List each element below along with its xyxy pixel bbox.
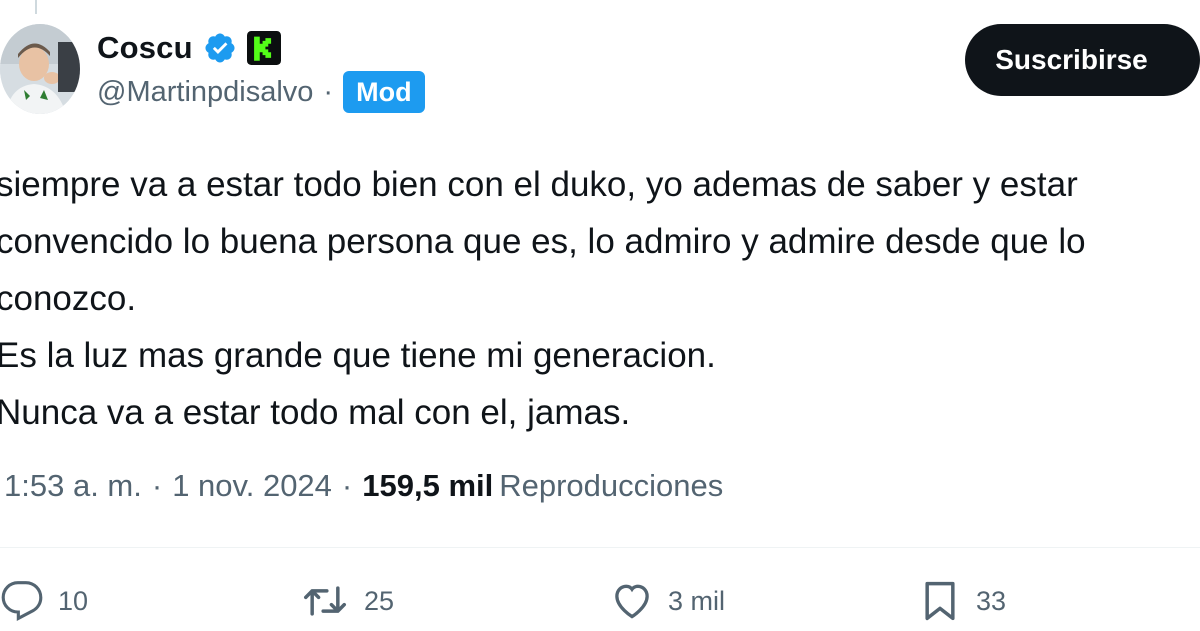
- heart-icon: [610, 579, 654, 623]
- tweet-text-line: conozco.: [0, 279, 137, 318]
- tweet-page: Coscu @Martinpdisalvo · Mod Suscribirse …: [0, 0, 1200, 631]
- author-display-name[interactable]: Coscu: [97, 30, 193, 66]
- tweet-actions: 10 25 3 mil 33: [0, 573, 1200, 629]
- reply-icon: [0, 579, 44, 623]
- bookmark-icon: [918, 579, 962, 623]
- tweet-text: siempre va a estar todo bien con el duko…: [0, 156, 1200, 441]
- author-handle-row: @Martinpdisalvo · Mod: [97, 70, 425, 114]
- bookmark-button[interactable]: 33: [918, 573, 1006, 629]
- handle-separator: ·: [323, 75, 334, 108]
- tweet-text-line: siempre va a estar todo bien con el duko…: [0, 165, 1078, 204]
- tweet-metadata: 1:53 a. m. · 1 nov. 2024 · 159,5 mil Rep…: [4, 461, 723, 511]
- tweet-text-line: convencido lo buena persona que es, lo a…: [0, 222, 1086, 261]
- tweet-date[interactable]: 1 nov. 2024: [172, 468, 332, 504]
- kick-logo-icon: [246, 31, 281, 65]
- like-button[interactable]: 3 mil: [610, 573, 725, 629]
- mod-badge: Mod: [343, 71, 425, 113]
- meta-separator: ·: [151, 468, 163, 503]
- author-handle[interactable]: @Martinpdisalvo: [97, 76, 313, 109]
- divider: [0, 547, 1200, 548]
- avatar-image: [0, 24, 80, 114]
- tweet-time[interactable]: 1:53 a. m.: [4, 468, 142, 504]
- views-count: 159,5 mil: [362, 468, 494, 503]
- repost-icon: [300, 579, 350, 623]
- reply-count: 10: [58, 585, 89, 616]
- avatar[interactable]: [0, 24, 80, 114]
- repost-button[interactable]: 25: [300, 573, 394, 629]
- tweet-text-line: Es la luz mas grande que tiene mi genera…: [0, 336, 716, 375]
- repost-count: 25: [364, 585, 395, 616]
- subscribe-button[interactable]: Suscribirse: [965, 24, 1200, 96]
- like-count: 3 mil: [668, 585, 726, 616]
- views-label: Reproducciones: [499, 468, 724, 503]
- tweet-text-line: Nunca va a estar todo mal con el, jamas.: [0, 393, 631, 432]
- thread-connector-line: [35, 0, 37, 14]
- meta-separator: ·: [341, 468, 353, 503]
- reply-button[interactable]: 10: [0, 573, 88, 629]
- verified-badge-icon[interactable]: [203, 31, 237, 65]
- bookmark-count: 33: [976, 585, 1007, 616]
- author-name-row: Coscu: [97, 26, 281, 70]
